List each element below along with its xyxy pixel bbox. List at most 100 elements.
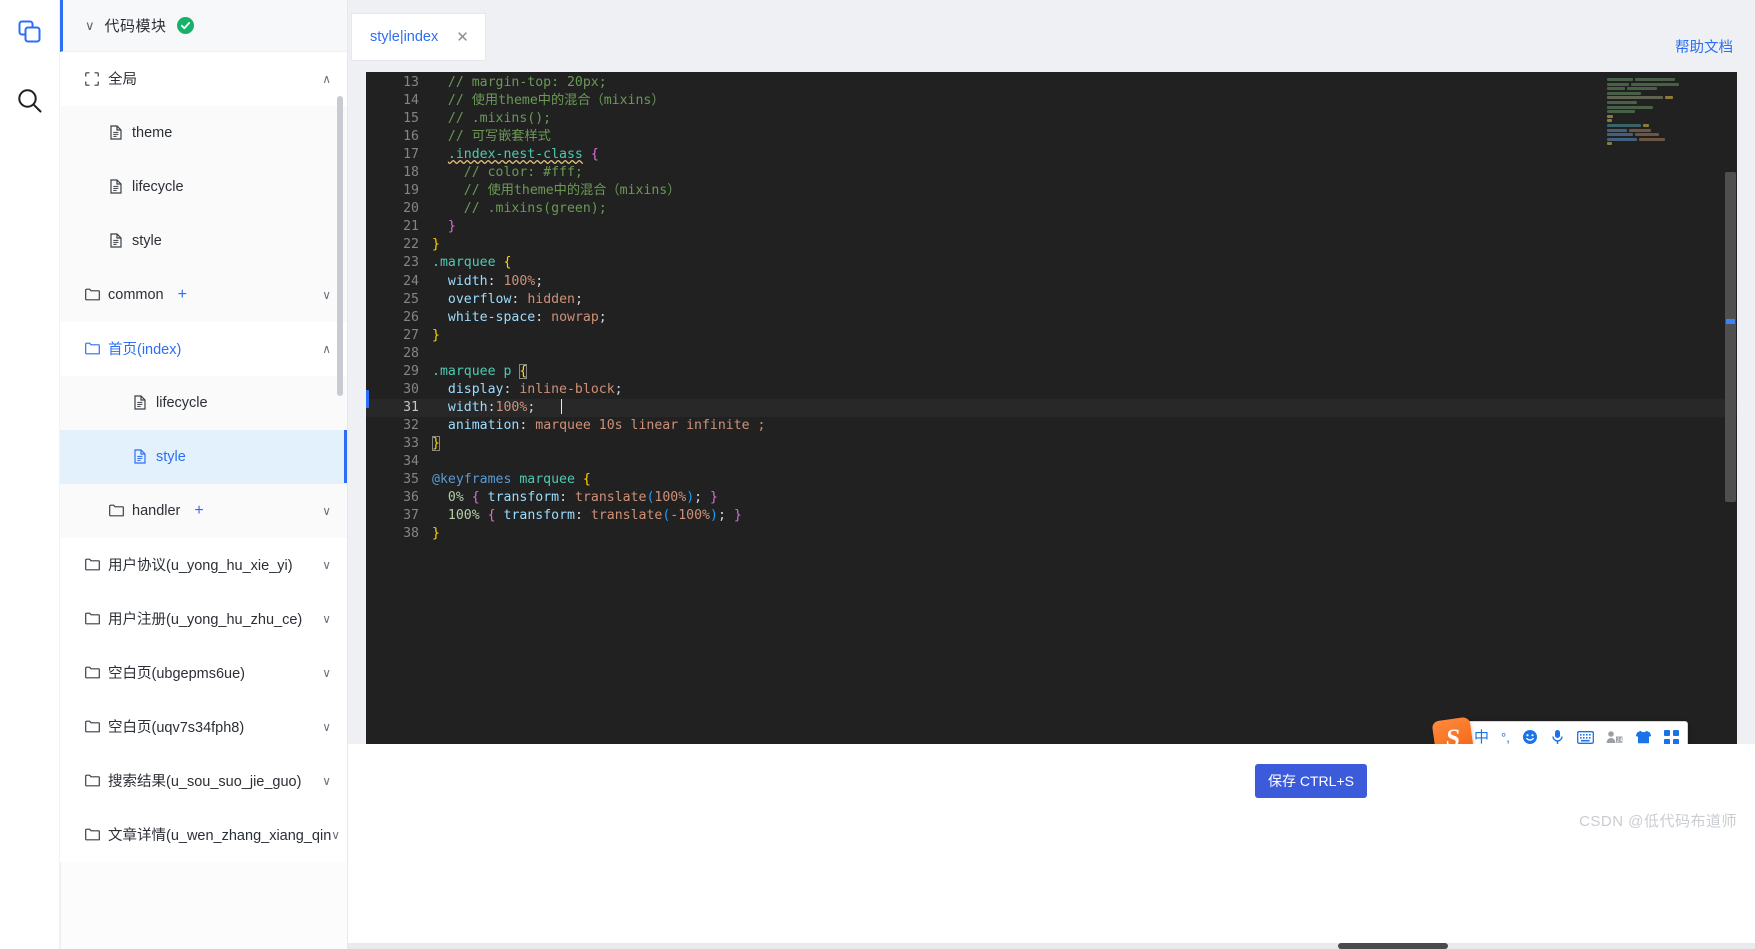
code-line-text[interactable]: @keyframes marquee { <box>432 471 591 489</box>
code-line-text[interactable]: // .mixins(); <box>432 110 551 128</box>
code-line[interactable]: 13 // margin-top: 20px; <box>366 74 1737 92</box>
ime-emoji-icon[interactable] <box>1522 729 1538 745</box>
code-line[interactable]: 15 // .mixins(); <box>366 110 1737 128</box>
editor-minimap[interactable] <box>1603 78 1715 148</box>
sidebar-scrollbar-thumb[interactable] <box>337 96 343 396</box>
page-scrollbar-thumb[interactable] <box>1338 943 1448 949</box>
code-line[interactable]: 28 <box>366 345 1737 363</box>
tree-item-handler[interactable]: handler + ∨ <box>60 484 347 538</box>
code-line[interactable]: 19 // 使用theme中的混合（mixins） <box>366 182 1737 200</box>
tree-item-用户注册-u_yong_hu_zhu_ce-[interactable]: 用户注册(u_yong_hu_zhu_ce) ∨ <box>60 592 347 646</box>
page-scrollbar-track[interactable] <box>348 943 1755 949</box>
chevron-down-icon[interactable]: ∨ <box>322 721 331 733</box>
code-editor[interactable]: 13 // margin-top: 20px; 14 // 使用theme中的混合… <box>366 72 1737 744</box>
code-line[interactable]: 35 @keyframes marquee { <box>366 471 1737 489</box>
tab-style-index[interactable]: style|index ✕ <box>352 14 485 60</box>
code-line[interactable]: 14 // 使用theme中的混合（mixins） <box>366 92 1737 110</box>
code-line-text[interactable]: white-space: nowrap; <box>432 309 607 327</box>
code-line[interactable]: 34 <box>366 453 1737 471</box>
tree-item-theme[interactable]: theme <box>60 106 347 160</box>
code-line[interactable]: 27} <box>366 327 1737 345</box>
tree-item-common[interactable]: common + ∨ <box>60 268 347 322</box>
close-icon[interactable]: ✕ <box>456 30 469 45</box>
code-line[interactable]: 32 animation: marquee 10s linear infinit… <box>366 417 1737 435</box>
help-doc-link[interactable]: 帮助文档 <box>1675 36 1733 57</box>
tree-item-style[interactable]: style <box>60 214 347 268</box>
tree-item-style[interactable]: style <box>60 430 347 484</box>
code-lines[interactable]: 13 // margin-top: 20px; 14 // 使用theme中的混合… <box>366 72 1737 543</box>
code-line[interactable]: 31 width:100%; <box>366 398 1737 417</box>
code-line-text[interactable]: // color: #fff; <box>432 164 583 182</box>
code-line-text[interactable]: } <box>432 525 440 543</box>
code-line[interactable]: 18 // color: #fff; <box>366 164 1737 182</box>
code-line-text[interactable]: .marquee { <box>432 254 511 272</box>
code-line-text[interactable]: // 使用theme中的混合（mixins） <box>432 182 681 200</box>
ime-punctuation-mode[interactable]: °, <box>1501 731 1510 744</box>
code-line-text[interactable]: } <box>432 236 440 254</box>
chevron-down-icon[interactable]: ∨ <box>322 613 331 625</box>
code-line-text[interactable]: width: 100%; <box>432 273 543 291</box>
code-line-text[interactable]: // 可写嵌套样式 <box>432 128 551 146</box>
code-line-text[interactable]: } <box>432 435 440 453</box>
tree-item-首页-index-[interactable]: 首页(index) ∧ <box>60 322 347 376</box>
code-line-text[interactable]: width:100%; <box>432 398 564 417</box>
chevron-up-icon[interactable]: ∧ <box>322 73 331 85</box>
ime-voice-input-icon[interactable] <box>1550 729 1565 745</box>
chevron-down-icon[interactable]: ∨ <box>322 505 331 517</box>
code-line[interactable]: 26 white-space: nowrap; <box>366 309 1737 327</box>
ime-user-center-icon[interactable]: 24 <box>1606 730 1623 744</box>
code-editor-surface[interactable]: 13 // margin-top: 20px; 14 // 使用theme中的混合… <box>366 72 1737 744</box>
code-line[interactable]: 29 .marquee p { <box>366 363 1737 381</box>
ime-toolbox-icon[interactable] <box>1663 729 1679 745</box>
code-line[interactable]: 30 display: inline-block; <box>366 381 1737 399</box>
code-line[interactable]: 20 // .mixins(green); <box>366 200 1737 218</box>
sidebar-scrollbar-track[interactable] <box>337 0 345 949</box>
code-line[interactable]: 23 .marquee { <box>366 254 1737 272</box>
code-line[interactable]: 36 0% { transform: translate(100%); } <box>366 489 1737 507</box>
code-line-text[interactable]: animation: marquee 10s linear infinite ; <box>432 417 766 435</box>
editor-scrollbar-track[interactable] <box>1723 72 1737 744</box>
tree-item-空白页-ubgepms6ue-[interactable]: 空白页(ubgepms6ue) ∨ <box>60 646 347 700</box>
code-line-text[interactable]: .index-nest-class { <box>432 146 599 164</box>
chevron-down-icon[interactable]: ∨ <box>322 559 331 571</box>
tree-item-空白页-uqv7s34fph8-[interactable]: 空白页(uqv7s34fph8) ∨ <box>60 700 347 754</box>
code-line-text[interactable]: } <box>432 327 440 345</box>
editor-scrollbar-thumb[interactable] <box>1725 172 1736 502</box>
ime-skin-icon[interactable] <box>1635 730 1652 744</box>
add-file-icon[interactable]: + <box>178 286 187 303</box>
chevron-down-icon[interactable]: ∨ <box>85 19 95 32</box>
code-line-text[interactable]: overflow: hidden; <box>432 291 583 309</box>
ime-language-mode[interactable]: 中 <box>1474 730 1489 745</box>
add-file-icon[interactable]: + <box>194 502 203 519</box>
save-button[interactable]: 保存 CTRL+S <box>1255 764 1367 798</box>
code-line[interactable]: 16 // 可写嵌套样式 <box>366 128 1737 146</box>
module-header[interactable]: ∨ 代码模块 <box>60 0 347 52</box>
code-module-icon[interactable] <box>8 10 52 54</box>
tree-item-搜索结果-u_sou_suo_jie_guo-[interactable]: 搜索结果(u_sou_suo_jie_guo) ∨ <box>60 754 347 808</box>
tree-item-lifecycle[interactable]: lifecycle <box>60 160 347 214</box>
code-line-text[interactable]: // margin-top: 20px; <box>432 74 607 92</box>
code-line-text[interactable]: display: inline-block; <box>432 381 623 399</box>
code-line[interactable]: 22} <box>366 236 1737 254</box>
search-icon[interactable] <box>8 78 52 122</box>
code-line[interactable]: 24 width: 100%; <box>366 273 1737 291</box>
code-line-text[interactable]: // .mixins(green); <box>432 200 607 218</box>
tree-item-lifecycle[interactable]: lifecycle <box>60 376 347 430</box>
chevron-up-icon[interactable]: ∧ <box>322 343 331 355</box>
code-line[interactable]: 21 } <box>366 218 1737 236</box>
code-line[interactable]: 38} <box>366 525 1737 543</box>
code-line-text[interactable]: } <box>432 218 456 236</box>
tree-item-用户协议-u_yong_hu_xie_yi-[interactable]: 用户协议(u_yong_hu_xie_yi) ∨ <box>60 538 347 592</box>
code-line[interactable]: 25 overflow: hidden; <box>366 291 1737 309</box>
chevron-down-icon[interactable]: ∨ <box>322 289 331 301</box>
chevron-down-icon[interactable]: ∨ <box>322 775 331 787</box>
ime-soft-keyboard-icon[interactable] <box>1576 730 1594 744</box>
code-line-text[interactable]: // 使用theme中的混合（mixins） <box>432 92 665 110</box>
code-line[interactable]: 37 100% { transform: translate(-100%); } <box>366 507 1737 525</box>
code-line-text[interactable]: 0% { transform: translate(100%); } <box>432 489 718 507</box>
tree-item-全局[interactable]: 全局 ∧ <box>60 52 347 106</box>
chevron-down-icon[interactable]: ∨ <box>322 667 331 679</box>
code-line-text[interactable]: .marquee p { <box>432 363 528 381</box>
code-line[interactable]: 17 .index-nest-class { <box>366 146 1737 164</box>
code-line-text[interactable]: 100% { transform: translate(-100%); } <box>432 507 742 525</box>
